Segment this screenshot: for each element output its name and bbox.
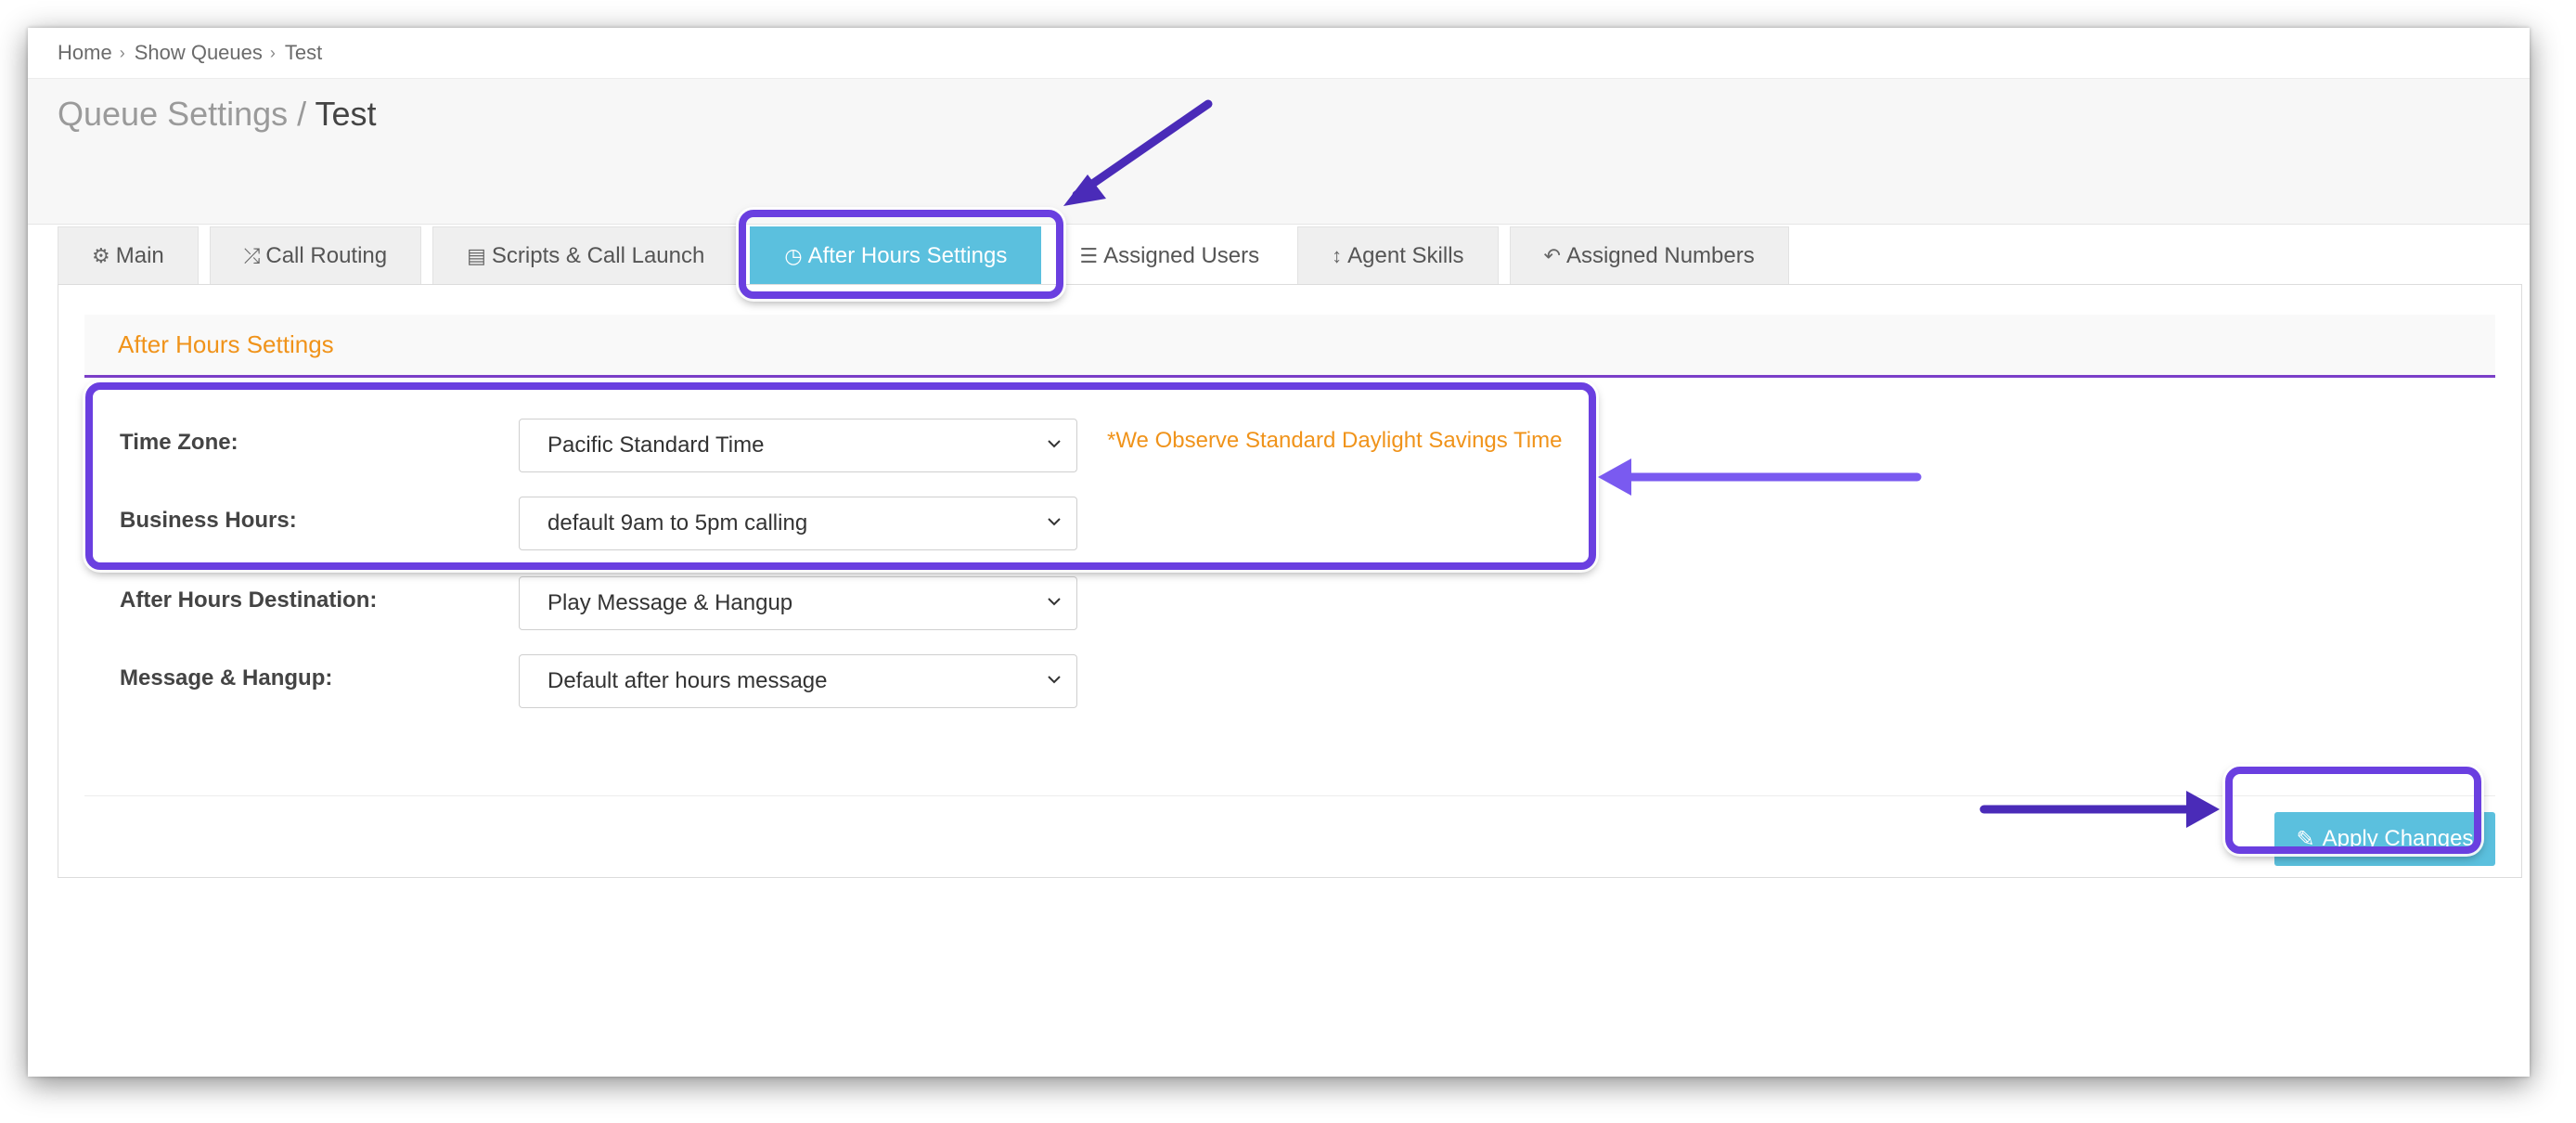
tab-scripts-call-launch[interactable]: ▤ Scripts & Call Launch <box>432 226 740 284</box>
breadcrumb-show-queues[interactable]: Show Queues <box>135 41 263 65</box>
page-title-separator: / <box>288 95 316 133</box>
clock-icon: ◷ <box>784 243 803 267</box>
tab-after-hours-settings[interactable]: ◷ After Hours Settings <box>750 226 1042 284</box>
time-zone-label: Time Zone: <box>120 430 238 455</box>
dst-note: *We Observe Standard Daylight Savings Ti… <box>1107 428 1563 453</box>
chevron-right-icon: › <box>269 43 276 62</box>
chevron-down-icon <box>1048 676 1061 684</box>
tab-scripts-call-launch-label: Scripts & Call Launch <box>491 242 705 268</box>
breadcrumb: Home › Show Queues › Test <box>28 28 2530 78</box>
breadcrumb-current: Test <box>284 41 323 64</box>
page-title: Queue Settings / Test <box>58 95 377 134</box>
tab-assigned-numbers-label: Assigned Numbers <box>1565 242 1755 268</box>
page-header <box>28 78 2530 225</box>
edit-icon: ✎ <box>2296 826 2315 852</box>
shuffle-icon: ⤮ <box>243 243 261 267</box>
page-title-current: Test <box>315 95 377 133</box>
tab-call-routing[interactable]: ⤮ Call Routing <box>209 226 422 284</box>
apply-changes-label: Apply Changes <box>2322 826 2474 851</box>
tab-main[interactable]: ⚙ Main <box>58 226 199 284</box>
ordered-list-icon: ☰ <box>1079 243 1099 267</box>
message-hangup-label: Message & Hangup: <box>120 665 333 691</box>
message-hangup-select[interactable]: Default after hours message <box>519 654 1077 708</box>
tab-after-hours-settings-label: After Hours Settings <box>807 242 1008 268</box>
page-title-section: Queue Settings <box>58 95 289 133</box>
tab-assigned-users[interactable]: ☰ Assigned Users <box>1052 226 1287 284</box>
after-hours-destination-value: Play Message & Hangup <box>547 590 793 615</box>
reply-all-icon: ↶ <box>1543 243 1561 267</box>
app-window: Home › Show Queues › Test Queue Settings… <box>28 28 2530 1077</box>
apply-changes-button[interactable]: ✎ Apply Changes <box>2274 812 2495 866</box>
time-zone-select[interactable]: Pacific Standard Time <box>519 419 1077 472</box>
tab-bar: ⚙ Main ⤮ Call Routing ▤ Scripts & Call L… <box>58 226 1800 284</box>
message-hangup-value: Default after hours message <box>547 668 828 693</box>
tab-agent-skills-label: Agent Skills <box>1347 242 1464 268</box>
chevron-down-icon <box>1048 440 1061 448</box>
after-hours-destination-label: After Hours Destination: <box>120 587 378 613</box>
form-row-business-hours: Business Hours: default 9am to 5pm calli… <box>58 497 2521 552</box>
time-zone-value: Pacific Standard Time <box>547 432 765 458</box>
form-row-after-hours-destination: After Hours Destination: Play Message & … <box>58 576 2521 632</box>
chevron-down-icon <box>1048 598 1061 606</box>
tab-assigned-users-label: Assigned Users <box>1103 242 1260 268</box>
business-hours-label: Business Hours: <box>120 508 297 533</box>
after-hours-panel: After Hours Settings Time Zone: Pacific … <box>58 284 2522 878</box>
form-row-time-zone: Time Zone: Pacific Standard Time *We Obs… <box>58 419 2521 474</box>
newspaper-icon: ▤ <box>467 243 486 267</box>
after-hours-destination-select[interactable]: Play Message & Hangup <box>519 576 1077 630</box>
chevron-right-icon: › <box>119 43 125 62</box>
business-hours-select[interactable]: default 9am to 5pm calling <box>519 497 1077 550</box>
form-divider <box>84 795 2495 796</box>
section-heading: After Hours Settings <box>84 315 2495 378</box>
tab-agent-skills[interactable]: ↕ Agent Skills <box>1297 226 1499 284</box>
chevron-down-icon <box>1048 518 1061 526</box>
form-row-message-hangup: Message & Hangup: Default after hours me… <box>58 654 2521 710</box>
breadcrumb-home[interactable]: Home <box>58 41 112 65</box>
gear-icon: ⚙ <box>92 243 110 267</box>
tab-main-label: Main <box>115 242 164 268</box>
tab-assigned-numbers[interactable]: ↶ Assigned Numbers <box>1509 226 1789 284</box>
business-hours-value: default 9am to 5pm calling <box>547 510 808 536</box>
tab-call-routing-label: Call Routing <box>265 242 388 268</box>
vertical-resize-icon: ↕ <box>1332 243 1343 267</box>
